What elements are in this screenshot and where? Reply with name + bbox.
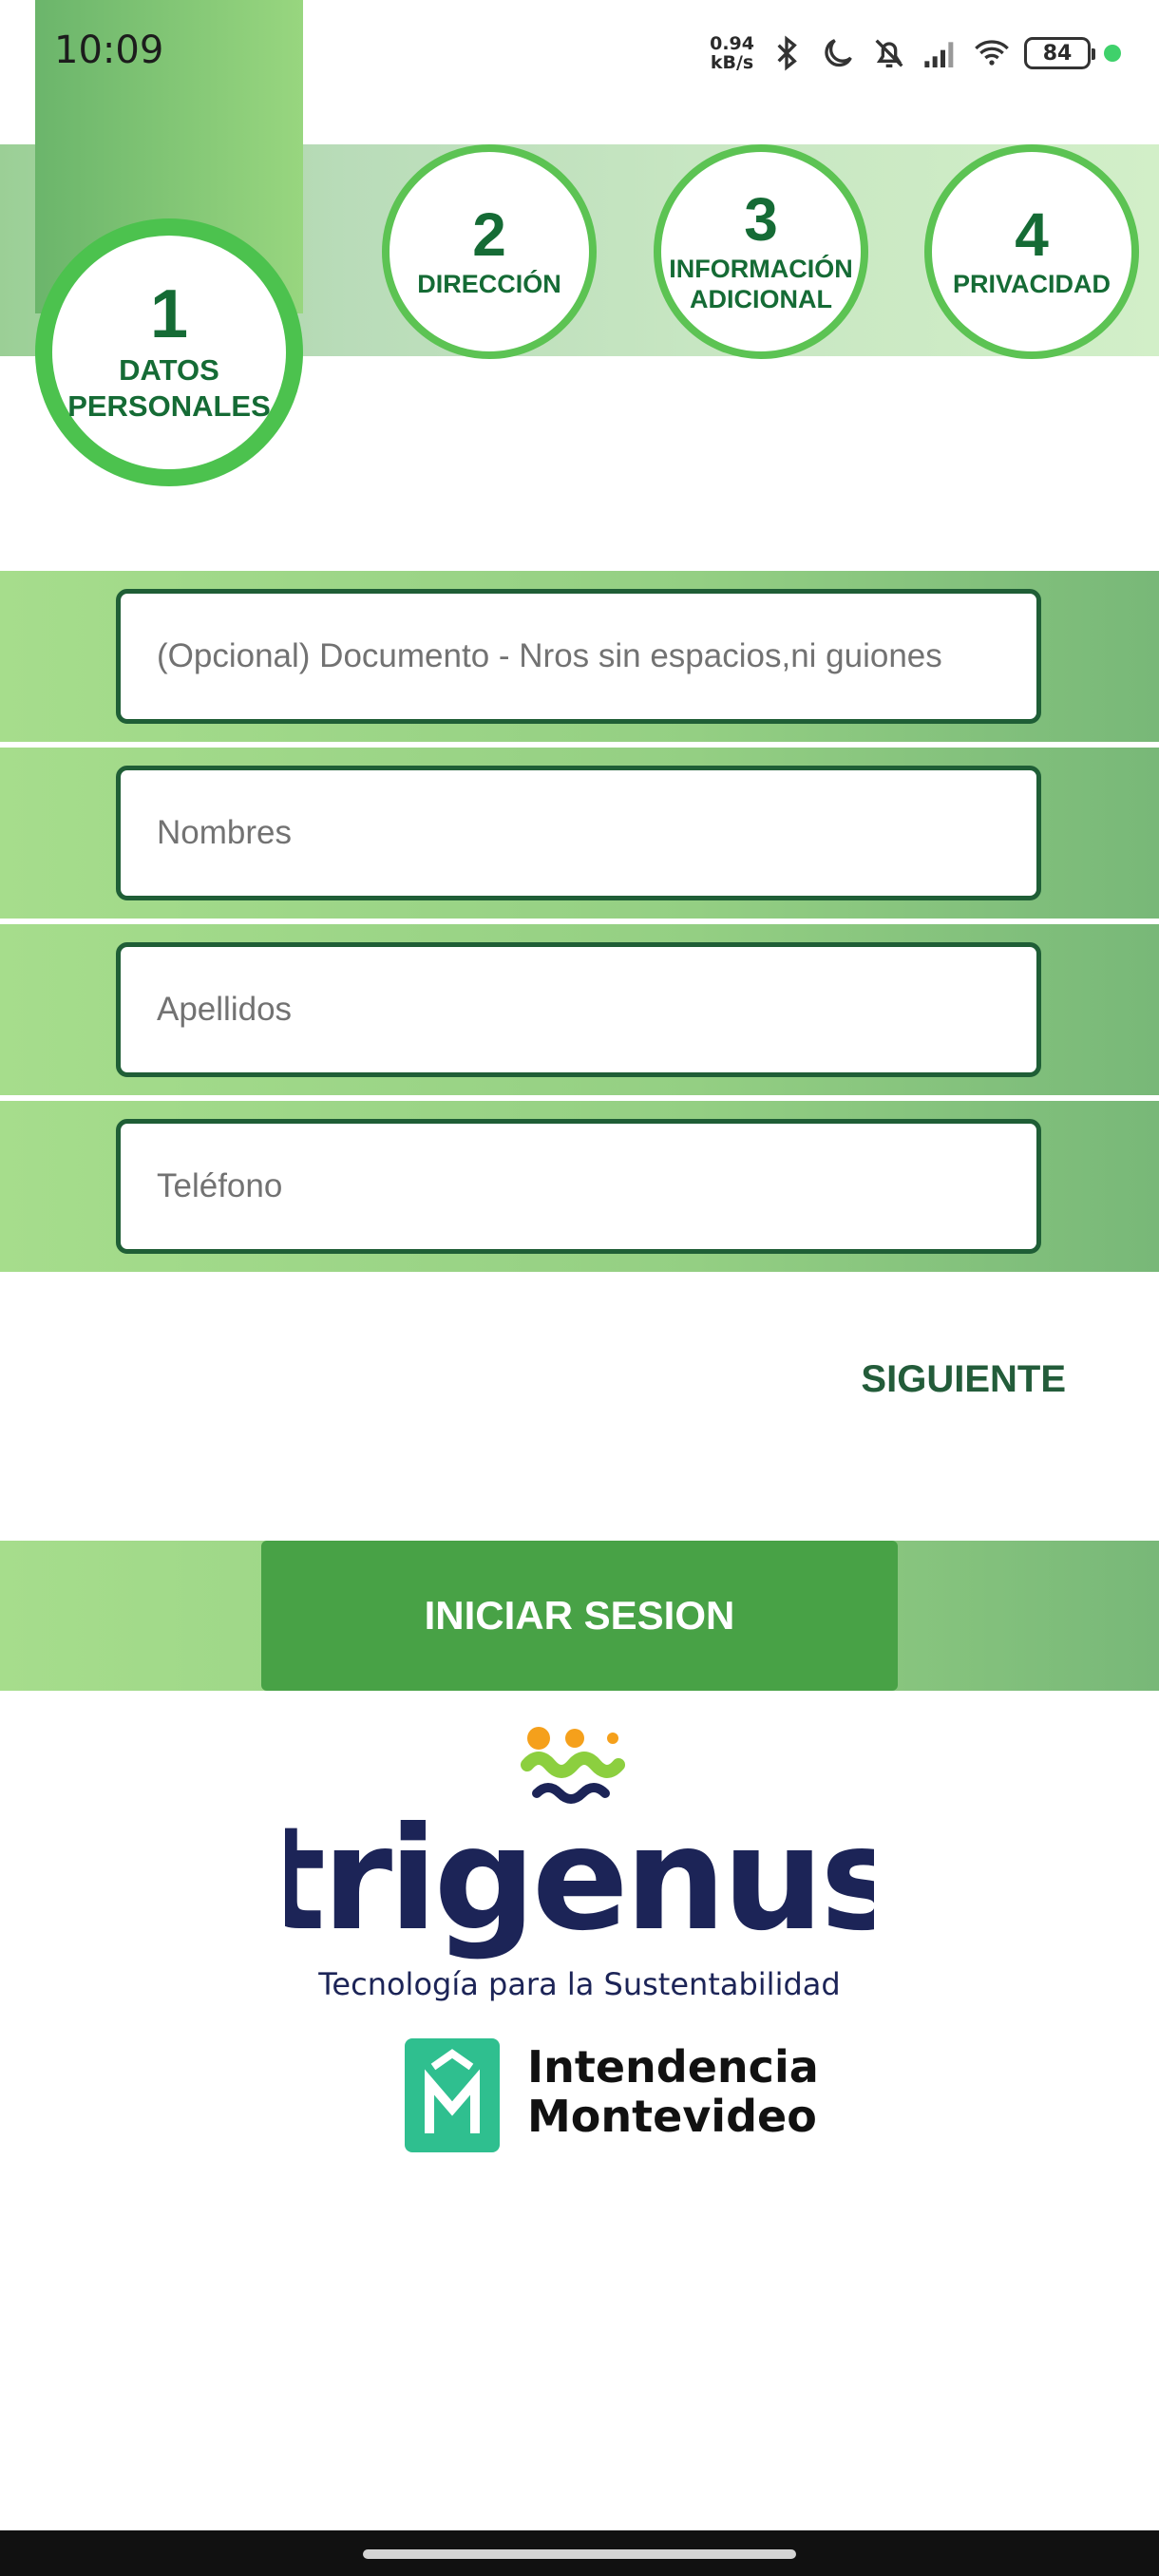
im-line2: Montevideo — [527, 2091, 817, 2142]
step-1-label-line1: DATOS — [119, 353, 219, 387]
step-4-label-line1: PRIVACIDAD — [952, 270, 1111, 298]
trigenus-wordmark: trigenus — [285, 1797, 874, 1962]
bluetooth-icon — [777, 35, 797, 71]
privacy-indicator-dot — [1104, 45, 1121, 62]
intendencia-montevideo-text: Intendencia Montevideo — [527, 2042, 819, 2141]
signal-icon — [924, 42, 954, 67]
phone-input[interactable] — [116, 1119, 1041, 1254]
step-1-circle[interactable]: 1 DATOS PERSONALES — [35, 218, 303, 486]
wifi-icon — [975, 40, 1009, 66]
last-name-input[interactable] — [116, 942, 1041, 1077]
first-name-row — [0, 748, 1159, 919]
battery-icon: 84 — [1024, 37, 1095, 69]
step-3-circle[interactable]: 3 INFORMACIÓN ADICIONAL — [654, 144, 868, 359]
step-2-number: 2 — [472, 200, 506, 269]
net-speed: 0.94 kB/s — [710, 34, 754, 72]
step-2-circle[interactable]: 2 DIRECCIÓN — [382, 144, 597, 359]
step-1-number: 1 — [149, 276, 189, 352]
document-row — [0, 571, 1159, 742]
status-icons: 0.94 kB/s 84 — [710, 27, 1121, 80]
step-1-label-line2: PERSONALES — [67, 389, 271, 423]
home-indicator[interactable] — [363, 2549, 796, 2559]
step-3-label-line2: ADICIONAL — [690, 285, 832, 313]
net-speed-unit: kB/s — [710, 52, 754, 73]
document-input[interactable] — [116, 589, 1041, 724]
first-name-input[interactable] — [116, 766, 1041, 900]
step-3-label-line1: INFORMACIÓN — [669, 255, 853, 283]
step-4-circle[interactable]: 4 PRIVACIDAD — [924, 144, 1139, 359]
last-name-row — [0, 924, 1159, 1095]
step-4-number: 4 — [1015, 200, 1049, 269]
intendencia-montevideo-logo — [405, 2038, 500, 2152]
moon-icon — [825, 39, 852, 67]
step-2-label-line1: DIRECCIÓN — [417, 270, 561, 298]
net-speed-value: 0.94 — [710, 33, 754, 54]
next-button[interactable]: SIGUIENTE — [819, 1349, 1066, 1410]
trigenus-tagline: Tecnología para la Sustentabilidad — [318, 1966, 841, 2002]
trigenus-logo: trigenus — [285, 1727, 874, 1962]
im-line1: Intendencia — [527, 2041, 819, 2093]
bell-off-icon — [875, 39, 903, 67]
battery-level: 84 — [1042, 41, 1073, 66]
status-time: 10:09 — [54, 28, 164, 72]
step-3-number: 3 — [744, 185, 778, 254]
login-button[interactable]: INICIAR SESION — [261, 1541, 898, 1691]
phone-row — [0, 1101, 1159, 1272]
